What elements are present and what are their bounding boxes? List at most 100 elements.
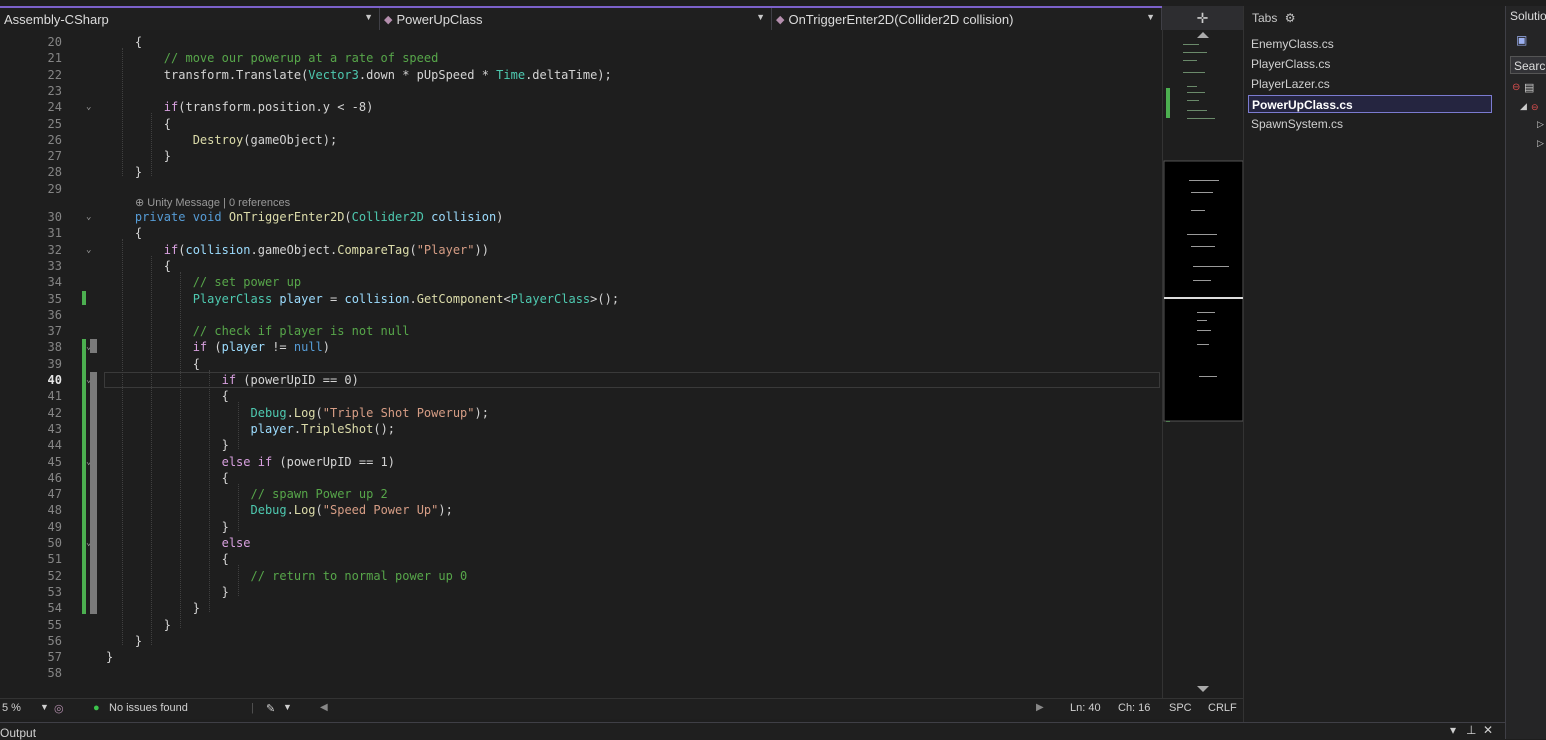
line-number-gutter: 57 <box>47 650 62 665</box>
code-text: } <box>106 519 229 535</box>
expand-icon[interactable]: ◢ <box>1520 101 1527 112</box>
project-dropdown-label: Assembly-CSharp <box>4 11 109 27</box>
tab-powerupclass[interactable]: PowerUpClass.cs <box>1248 95 1492 113</box>
code-line[interactable]: 47 // spawn Power up 2 <box>0 486 1162 502</box>
method-icon: ◆ <box>776 13 785 26</box>
code-line[interactable]: 28 } <box>0 164 1162 180</box>
method-dropdown[interactable]: ◆ OnTriggerEnter2D(Collider2D collision)… <box>772 8 1162 30</box>
code-token: { <box>106 356 200 371</box>
code-line[interactable]: 56 } <box>0 633 1162 649</box>
output-title[interactable]: Output <box>0 726 36 740</box>
code-line[interactable]: 23 <box>0 83 1162 99</box>
code-line[interactable]: 32 ⌄ if(collision.gameObject.CompareTag("… <box>0 242 1162 258</box>
code-line[interactable]: 25 { <box>0 116 1162 132</box>
tab-spawnsystem[interactable]: SpawnSystem.cs <box>1248 115 1492 133</box>
scroll-left-icon[interactable]: ◀ <box>320 702 328 713</box>
code-line[interactable]: 48 Debug.Log("Speed Power Up"); <box>0 502 1162 518</box>
code-line[interactable]: 54 } <box>0 600 1162 616</box>
code-line[interactable]: 43 player.TripleShot(); <box>0 421 1162 437</box>
class-dropdown-label: PowerUpClass <box>396 11 483 27</box>
gear-icon[interactable]: ⚙ <box>1285 11 1296 25</box>
code-token: player <box>279 291 323 306</box>
line-number-gutter: 34 <box>47 275 62 290</box>
code-line[interactable]: 39 { <box>0 356 1162 372</box>
code-line[interactable]: 44 } <box>0 437 1162 453</box>
tab-enemyclass[interactable]: EnemyClass.cs <box>1248 35 1492 53</box>
code-line[interactable]: 58 <box>0 665 1162 681</box>
indent-mode[interactable]: SPC <box>1169 702 1192 714</box>
code-line[interactable]: 33 { <box>0 258 1162 274</box>
chevron-right-icon[interactable]: ▷ <box>1537 138 1544 149</box>
brush-icon[interactable]: ◎ <box>54 702 64 715</box>
minimap[interactable] <box>1162 30 1244 698</box>
code-text: // spawn Power up 2 <box>106 486 388 502</box>
code-line[interactable]: 57} <box>0 649 1162 665</box>
code-line[interactable]: 36 <box>0 307 1162 323</box>
code-line[interactable]: 41 { <box>0 388 1162 404</box>
code-editor[interactable]: ⊕ Unity Message | 0 references 20 {21 //… <box>0 30 1162 698</box>
code-token: { <box>106 552 229 567</box>
class-dropdown[interactable]: ◆ PowerUpClass ▼ <box>380 8 772 30</box>
chevron-down-icon[interactable]: ▼ <box>283 702 292 712</box>
code-line[interactable]: 53 } <box>0 584 1162 600</box>
code-text: } <box>106 148 171 164</box>
line-ending[interactable]: CRLF <box>1208 702 1237 714</box>
code-line[interactable]: 27 } <box>0 148 1162 164</box>
change-marker <box>82 339 86 615</box>
split-window-button[interactable]: ✛ <box>1162 6 1243 30</box>
code-line[interactable]: 30 ⌄ private void OnTriggerEnter2D(Collid… <box>0 209 1162 225</box>
fold-chevron-icon[interactable]: ⌄ <box>86 209 91 225</box>
code-line[interactable]: 24 ⌄ if(transform.position.y < -8) <box>0 99 1162 115</box>
code-token: { <box>106 226 143 241</box>
tab-playerclass[interactable]: PlayerClass.cs <box>1248 55 1492 73</box>
solution-node-icon[interactable]: ▤ <box>1524 81 1534 94</box>
code-line[interactable]: 46 { <box>0 470 1162 486</box>
code-line[interactable]: 40 ⌄ if (powerUpID == 0) <box>0 372 1162 388</box>
code-line[interactable]: 20 { <box>0 34 1162 50</box>
scroll-right-icon[interactable]: ▶ <box>1036 702 1044 713</box>
chevron-right-icon[interactable]: ▷ <box>1537 119 1544 130</box>
code-line[interactable]: 45 ⌄ else if (powerUpID == 1) <box>0 454 1162 470</box>
code-line[interactable]: 34 // set power up <box>0 274 1162 290</box>
fold-chevron-icon[interactable]: ⌄ <box>86 99 91 115</box>
code-line[interactable]: 52 // return to normal power up 0 <box>0 568 1162 584</box>
line-number-gutter: 21 <box>47 51 62 66</box>
cleanup-icon[interactable]: ✎ <box>266 702 275 715</box>
toolbar-icon[interactable]: ▣ <box>1516 33 1527 47</box>
code-text: private void OnTriggerEnter2D(Collider2D… <box>106 209 504 225</box>
project-dropdown[interactable]: Assembly-CSharp ▼ <box>0 8 380 30</box>
fold-chevron-icon[interactable]: ⌄ <box>86 242 91 258</box>
code-line[interactable]: 21 // move our powerup at a rate of spee… <box>0 50 1162 66</box>
column-number[interactable]: Ch: 16 <box>1118 702 1150 714</box>
code-line[interactable]: 55 } <box>0 617 1162 633</box>
code-token: Vector3 <box>308 67 359 82</box>
issues-status[interactable]: No issues found <box>109 702 188 714</box>
code-line[interactable]: 38 ⌄ if (player != null) <box>0 339 1162 355</box>
solution-search-input[interactable]: Search <box>1510 56 1546 74</box>
code-line[interactable]: 35 PlayerClass player = collision.GetCom… <box>0 291 1162 307</box>
codelens[interactable]: ⊕ Unity Message | 0 references <box>135 196 290 209</box>
code-token: Log <box>293 503 316 518</box>
code-token: { <box>106 116 172 131</box>
pin-icon[interactable]: ⊥ <box>1466 723 1476 737</box>
code-line[interactable]: 42 Debug.Log("Triple Shot Powerup"); <box>0 405 1162 421</box>
indent-guide <box>238 402 239 450</box>
code-line[interactable]: 50 ⌄ else <box>0 535 1162 551</box>
close-icon[interactable]: ✕ <box>1483 723 1493 737</box>
chevron-down-icon[interactable]: ▼ <box>40 702 49 712</box>
code-line[interactable]: 31 { <box>0 225 1162 241</box>
code-line[interactable]: 49 } <box>0 519 1162 535</box>
dropdown-icon[interactable]: ▾ <box>1450 723 1456 737</box>
code-line[interactable]: 26 Destroy(gameObject); <box>0 132 1162 148</box>
code-text: player.TripleShot(); <box>106 421 396 437</box>
code-token: { <box>106 470 229 485</box>
code-line[interactable]: 29 <box>0 181 1162 197</box>
zoom-level[interactable]: 5 % <box>2 702 21 714</box>
line-number[interactable]: Ln: 40 <box>1070 702 1101 714</box>
tab-playerlazer[interactable]: PlayerLazer.cs <box>1248 75 1492 93</box>
code-line[interactable]: 51 { <box>0 551 1162 567</box>
code-line[interactable]: 37 // check if player is not null <box>0 323 1162 339</box>
tabs-title: Tabs <box>1252 11 1278 25</box>
code-line[interactable]: 22 transform.Translate(Vector3.down * pU… <box>0 67 1162 83</box>
